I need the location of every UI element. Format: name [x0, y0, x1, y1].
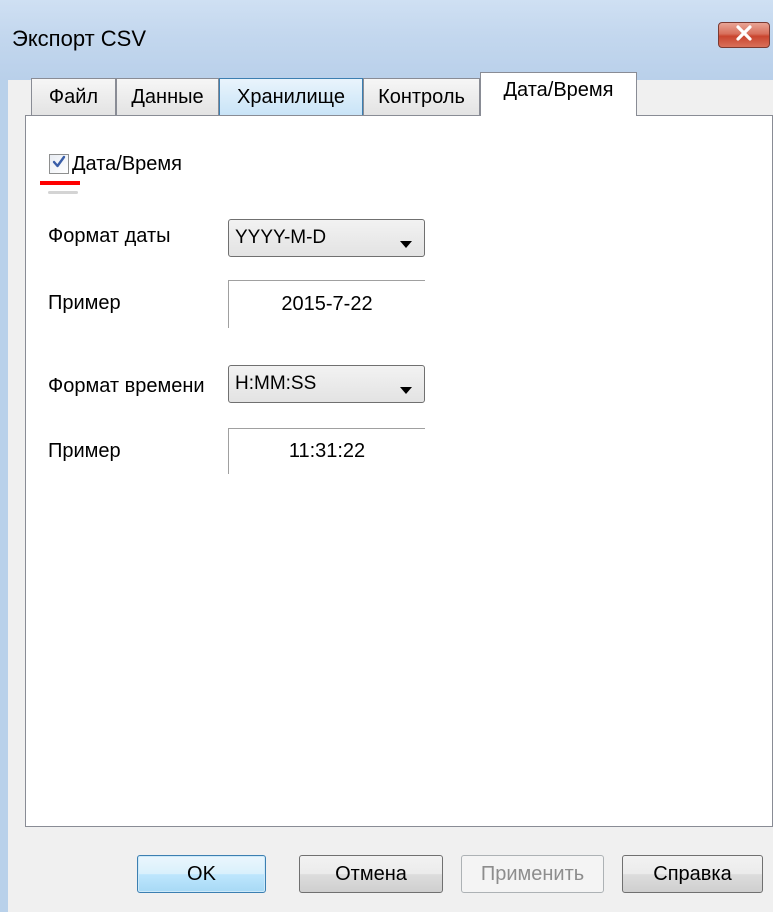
tab-file[interactable]: Файл: [31, 78, 116, 115]
tab-file-label: Файл: [48, 85, 99, 108]
ok-button-label: OK: [187, 862, 216, 885]
underline-shadow: [48, 191, 78, 194]
time-example-value: 11:31:22: [288, 440, 366, 462]
highlight-underline: [40, 181, 80, 185]
export-csv-dialog: Экспорт CSV Файл Данные Хранилище Контро…: [0, 0, 773, 912]
chevron-down-icon: [400, 233, 412, 255]
window-title: Экспорт CSV: [12, 26, 147, 51]
ok-button[interactable]: OK: [137, 855, 266, 893]
datetime-checkbox[interactable]: [49, 154, 69, 174]
tab-data[interactable]: Данные: [116, 78, 219, 115]
apply-button-label: Применить: [480, 862, 585, 885]
date-format-label: Формат даты: [48, 225, 171, 247]
close-button[interactable]: [718, 22, 770, 48]
datetime-checkbox-label[interactable]: Дата/Время: [72, 153, 182, 176]
time-example-label: Пример: [48, 440, 121, 462]
apply-button[interactable]: Применить: [461, 855, 604, 893]
time-example-field: 11:31:22: [228, 428, 425, 474]
tab-control-label: Контроль: [378, 85, 465, 108]
cancel-button-label: Отмена: [335, 862, 407, 885]
tab-data-label: Данные: [131, 85, 204, 108]
cancel-button[interactable]: Отмена: [299, 855, 443, 893]
date-example-value: 2015-7-22: [281, 293, 373, 315]
date-example-label: Пример: [48, 292, 121, 314]
date-format-select[interactable]: YYYY-M-D: [228, 219, 425, 257]
tab-storage[interactable]: Хранилище: [219, 78, 363, 115]
title-bar[interactable]: Экспорт CSV: [0, 0, 773, 80]
checkmark-icon: [52, 155, 66, 174]
tab-datetime[interactable]: Дата/Время: [480, 72, 637, 116]
help-button-label: Справка: [653, 862, 732, 885]
date-example-field: 2015-7-22: [228, 280, 425, 328]
date-format-value: YYYY-M-D: [235, 227, 327, 248]
close-x-icon: [735, 24, 753, 46]
help-button[interactable]: Справка: [622, 855, 763, 893]
time-format-value: H:MM:SS: [235, 373, 317, 394]
chevron-down-icon: [400, 379, 412, 401]
time-format-label: Формат времени: [48, 375, 205, 397]
tab-storage-label: Хранилище: [237, 85, 345, 108]
time-format-select[interactable]: H:MM:SS: [228, 365, 425, 403]
tab-datetime-label: Дата/Время: [503, 79, 614, 101]
tab-control[interactable]: Контроль: [363, 78, 480, 115]
